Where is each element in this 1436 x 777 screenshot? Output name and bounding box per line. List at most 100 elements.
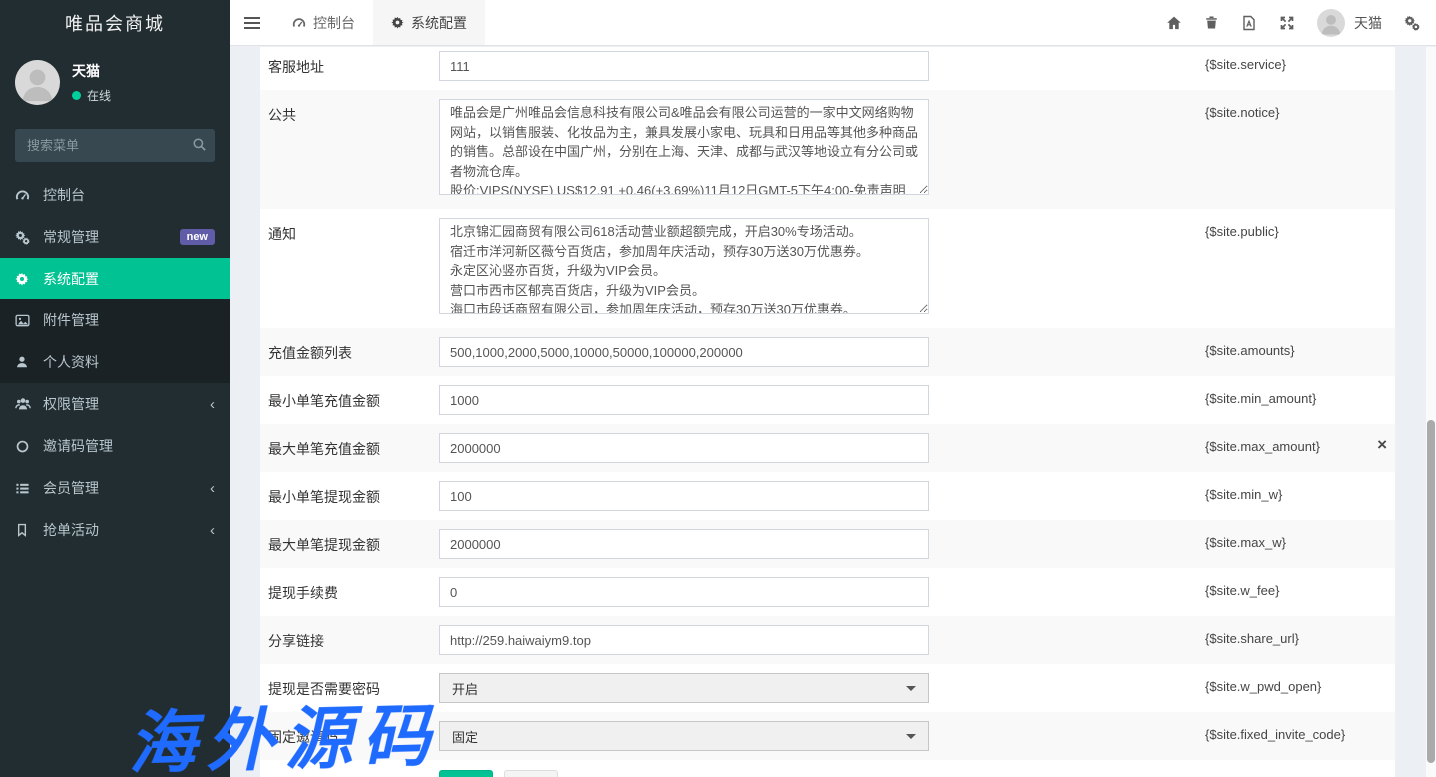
- field-label: 分享链接: [268, 625, 439, 651]
- close-icon[interactable]: ×: [1377, 433, 1387, 453]
- tab-label: 控制台: [313, 13, 355, 33]
- navbar-user-name: 天猫: [1354, 13, 1382, 33]
- sidebar-item-permissions[interactable]: 权限管理 ‹: [0, 383, 230, 425]
- dashboard-icon: [15, 188, 35, 203]
- max-recharge-input[interactable]: [439, 433, 929, 463]
- select-value: 开启: [452, 679, 478, 698]
- field-label: 提现是否需要密码: [268, 673, 439, 699]
- withdraw-fee-input[interactable]: [439, 577, 929, 607]
- form-row-fixed-invite: 固定邀请码 固定 {$site.fixed_invite_code}: [260, 712, 1395, 760]
- main-content: 客服地址 {$site.service} 公共 唯品会是广州唯品会信息科技有限公…: [230, 47, 1436, 777]
- trash-icon[interactable]: [1204, 15, 1219, 30]
- sidebar-item-attachments[interactable]: 附件管理: [0, 299, 230, 341]
- sidebar-item-general-management[interactable]: 常规管理 new: [0, 216, 230, 258]
- image-icon: [15, 313, 35, 328]
- menu-search-input[interactable]: [15, 129, 215, 162]
- sidebar-item-label: 附件管理: [43, 310, 99, 330]
- sidebar-item-dashboard[interactable]: 控制台: [0, 174, 230, 216]
- sidebar-item-grab-orders[interactable]: 抢单活动 ‹: [0, 509, 230, 551]
- withdraw-password-select[interactable]: 开启: [439, 673, 929, 703]
- scrollbar-thumb[interactable]: [1427, 420, 1435, 763]
- form-row-notice-text: 通知 北京锦汇园商贸有限公司618活动营业额超额完成，开启30%专场活动。 宿迁…: [260, 209, 1395, 328]
- field-label: 最大单笔提现金额: [268, 529, 439, 555]
- share-url-input[interactable]: [439, 625, 929, 655]
- sidebar-item-label: 系统配置: [43, 269, 99, 289]
- list-icon: [15, 481, 35, 496]
- chevron-left-icon: ‹: [210, 523, 215, 538]
- status-label: 在线: [87, 87, 111, 104]
- service-address-input[interactable]: [439, 51, 929, 81]
- caret-down-icon: [906, 686, 916, 691]
- sidebar-item-label: 权限管理: [43, 394, 99, 414]
- sidebar-item-label: 会员管理: [43, 478, 99, 498]
- sidebar-item-profile[interactable]: 个人资料: [0, 341, 230, 383]
- select-value: 固定: [452, 727, 478, 746]
- chevron-left-icon: ‹: [210, 397, 215, 412]
- field-label: 最小单笔提现金额: [268, 481, 439, 507]
- reset-button[interactable]: 重置: [504, 770, 558, 777]
- field-label: 固定邀请码: [268, 721, 439, 747]
- gear-icon: [15, 272, 35, 286]
- circle-icon: [15, 439, 35, 454]
- field-label: 充值金额列表: [268, 337, 439, 363]
- form-row-withdraw-password: 提现是否需要密码 开启 {$site.w_pwd_open}: [260, 664, 1395, 712]
- public-textarea[interactable]: 唯品会是广州唯品会信息科技有限公司&唯品会有限公司运营的一家中文网络购物网站，以…: [439, 99, 929, 195]
- top-navbar: 控制台 系统配置 天猫: [230, 0, 1436, 46]
- sidebar-item-label: 个人资料: [43, 352, 99, 372]
- template-var: {$site.max_amount}: [1205, 433, 1320, 454]
- sidebar: 唯品会商城 天猫 在线 控制台 常规管理 new: [0, 0, 230, 777]
- template-var: {$site.max_w}: [1205, 529, 1286, 550]
- status-dot-icon: [72, 91, 81, 100]
- template-var: {$site.fixed_invite_code}: [1205, 721, 1345, 742]
- field-label: 公共: [268, 99, 439, 125]
- sidebar-item-members[interactable]: 会员管理 ‹: [0, 467, 230, 509]
- field-label: 最小单笔充值金额: [268, 385, 439, 411]
- form-row-min-withdraw: 最小单笔提现金额 {$site.min_w}: [260, 472, 1395, 520]
- hamburger-icon[interactable]: [230, 0, 274, 45]
- sidebar-item-system-config[interactable]: 系统配置: [0, 258, 230, 299]
- submit-button[interactable]: 确定: [439, 770, 493, 777]
- new-badge: new: [180, 229, 215, 245]
- user-icon: [15, 355, 35, 369]
- tab-system-config[interactable]: 系统配置: [373, 0, 485, 45]
- gears-icon: [15, 230, 35, 245]
- users-icon: [15, 396, 35, 412]
- sidebar-item-invite-codes[interactable]: 邀请码管理: [0, 425, 230, 467]
- recharge-amounts-input[interactable]: [439, 337, 929, 367]
- field-label: 最大单笔充值金额: [268, 433, 439, 459]
- sidebar-user-panel: 天猫 在线: [0, 46, 230, 115]
- notice-textarea[interactable]: 北京锦汇园商贸有限公司618活动营业额超额完成，开启30%专场活动。 宿迁市洋河…: [439, 218, 929, 314]
- sidebar-item-label: 邀请码管理: [43, 436, 113, 456]
- min-withdraw-input[interactable]: [439, 481, 929, 511]
- sidebar-user-status: 在线: [72, 87, 111, 104]
- sidebar-item-label: 常规管理: [43, 227, 99, 247]
- form-row-max-withdraw: 最大单笔提现金额 {$site.max_w}: [260, 520, 1395, 568]
- avatar: [1317, 9, 1345, 37]
- gears-icon[interactable]: [1404, 15, 1420, 31]
- fullscreen-icon[interactable]: [1279, 15, 1295, 31]
- min-recharge-input[interactable]: [439, 385, 929, 415]
- gear-icon: [391, 16, 404, 29]
- sidebar-menu: 控制台 常规管理 new 系统配置 附件管理 个人资料 权限管理 ‹: [0, 174, 230, 551]
- field-label: 提现手续费: [268, 577, 439, 603]
- search-icon[interactable]: [192, 137, 207, 152]
- caret-down-icon: [906, 734, 916, 739]
- form-row-amounts: 充值金额列表 {$site.amounts}: [260, 328, 1395, 376]
- system-config-form: 客服地址 {$site.service} 公共 唯品会是广州唯品会信息科技有限公…: [260, 47, 1395, 777]
- template-var: {$site.amounts}: [1205, 337, 1295, 358]
- language-icon[interactable]: [1241, 15, 1257, 31]
- template-var: {$site.min_amount}: [1205, 385, 1316, 406]
- form-row-public-text: 公共 唯品会是广州唯品会信息科技有限公司&唯品会有限公司运营的一家中文网络购物网…: [260, 90, 1395, 209]
- field-label: 客服地址: [268, 51, 439, 77]
- bookmark-icon: [15, 523, 35, 537]
- fixed-invite-select[interactable]: 固定: [439, 721, 929, 751]
- sidebar-user-name: 天猫: [72, 61, 111, 81]
- navbar-user[interactable]: 天猫: [1317, 9, 1382, 37]
- form-row-min-recharge: 最小单笔充值金额 {$site.min_amount}: [260, 376, 1395, 424]
- app-logo[interactable]: 唯品会商城: [0, 0, 230, 46]
- tab-dashboard[interactable]: 控制台: [274, 0, 373, 45]
- template-var: {$site.min_w}: [1205, 481, 1282, 502]
- page-scrollbar-track[interactable]: [1426, 47, 1436, 777]
- home-icon[interactable]: [1166, 15, 1182, 31]
- max-withdraw-input[interactable]: [439, 529, 929, 559]
